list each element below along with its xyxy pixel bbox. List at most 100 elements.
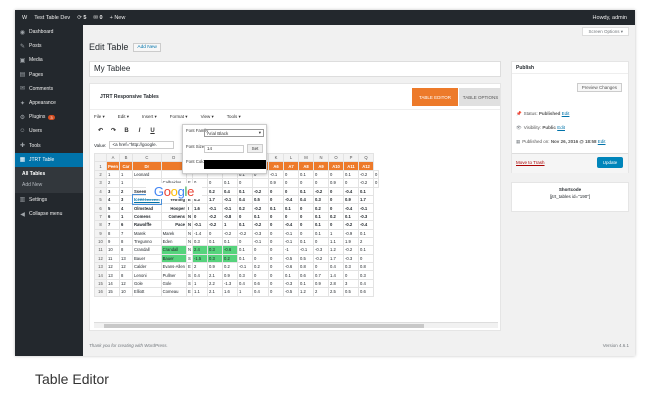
grid-cell[interactable]: 0 [268,245,285,255]
grid-cell[interactable]: 1 [192,278,209,289]
grid-cell[interactable]: 0 [268,228,285,238]
grid-cell[interactable]: 0.1 [358,228,375,238]
font-size-input[interactable]: 14 [204,145,244,153]
grid-cell[interactable]: 0.2 [328,211,345,222]
grid-cell[interactable]: -0.3 [252,228,270,238]
font-color-picker[interactable] [204,160,266,169]
redo-icon[interactable]: ↷ [107,127,120,134]
row-number[interactable]: 10 [94,236,107,247]
grid-cell[interactable]: 0.6 [358,287,375,297]
grid-cell[interactable]: 12 [105,262,121,272]
italic-icon[interactable]: I [133,128,146,134]
wordpress-logo-icon[interactable]: W [22,15,27,21]
grid-cell[interactable]: 0.1 [298,186,315,196]
grid-cell[interactable]: Calder [132,262,162,272]
grid-cell[interactable]: -0.1 [298,245,315,255]
underline-icon[interactable]: U [146,128,159,134]
sidebar-item-media[interactable]: ▣ Media [15,53,83,67]
grid-cell[interactable]: 0 [252,270,270,280]
grid-cell[interactable]: 0.1 [222,236,239,247]
grid-cell[interactable]: 0 [298,211,315,222]
grid-cell[interactable]: 0 [372,178,380,188]
grid-cell[interactable]: -0.2 [343,245,360,255]
grid-cell[interactable]: 7 [119,228,134,238]
grid-cell[interactable]: 0.4 [237,278,254,289]
grid-cell[interactable]: 0 [328,220,345,230]
sidebar-item-pages[interactable]: ▤ Pages [15,68,83,82]
grid-cell[interactable]: 0.1 [237,253,254,264]
grid-cell[interactable]: Gole [160,278,188,289]
grid-cell[interactable]: 0 [313,169,330,180]
column-header[interactable]: A [105,153,121,163]
bold-icon[interactable]: B [120,128,133,134]
sidebar-item-users[interactable]: ☺ Users [15,124,83,138]
grid-cell[interactable]: Crandall [160,245,188,255]
sidebar-item-dashboard[interactable]: ◉ Dashboard [15,25,83,39]
grid-cell[interactable]: 0 [268,194,285,205]
grid-cell[interactable]: -0.5 [283,287,300,297]
grid-cell[interactable]: 0 [268,270,285,280]
grid-cell[interactable]: 0 [372,169,380,180]
grid-cell[interactable]: 0.1 [237,186,254,196]
grid-cell[interactable]: 3 [343,278,360,289]
grid-cell[interactable]: 0 [237,178,254,188]
grid-cell[interactable]: 1 [105,169,121,180]
grid-cell[interactable]: Evans-Allen [160,262,188,272]
grid-cell[interactable]: A10 [328,161,345,171]
sidebar-item-appearance[interactable]: ✦ Appearance [15,96,83,110]
row-number[interactable]: 1 [94,161,107,171]
grid-cell[interactable]: 2 [119,186,134,196]
grid-cell[interactable]: 1 [119,178,134,188]
grid-cell[interactable]: 1.7 [328,253,345,264]
grid-cell[interactable]: 0.2 [313,203,330,213]
grid-cell[interactable]: 9 [105,236,121,247]
grid-cell[interactable]: 6 [105,211,121,222]
grid-cell[interactable]: 0.3 [237,270,254,280]
row-number[interactable]: 3 [94,178,107,188]
grid-cell[interactable]: 0.3 [343,262,360,272]
grid-cell[interactable]: 2.8 [328,278,345,289]
grid-cell[interactable]: 13 [105,270,121,280]
grid-cell[interactable]: 0.1 [313,228,330,238]
grid-cell[interactable]: 1.1 [192,287,209,297]
grid-cell[interactable]: 0.9 [207,262,224,272]
grid-cell[interactable]: 0.7 [313,270,330,280]
grid-cell[interactable]: A6 [268,161,285,171]
grid-cell[interactable]: 0.2 [222,262,239,272]
howdy-account-link[interactable]: Howdy, admin [593,15,627,21]
grid-cell[interactable]: 0.1 [343,169,360,180]
grid-cell[interactable]: Gole [132,278,162,289]
grid-cell[interactable]: -0.1 [192,220,209,230]
grid-cell[interactable]: 0.4 [252,287,270,297]
grid-cell[interactable]: 0.5 [343,287,360,297]
grid-cell[interactable]: 0.4 [192,270,209,280]
grid-cell[interactable]: -1 [283,245,300,255]
grid-cell[interactable]: 0 [328,186,345,196]
grid-cell[interactable]: Peen [105,161,121,171]
row-number[interactable]: 16 [94,287,107,297]
grid-cell[interactable]: 1.9 [343,236,360,247]
grid-cell[interactable]: -0.2 [343,220,360,230]
grid-cell[interactable]: 15 [105,287,121,297]
grid-cell[interactable]: -0.4 [343,186,360,196]
grid-cell[interactable]: 0.4 [358,278,375,289]
grid-cell[interactable]: 10 [105,245,121,255]
grid-cell[interactable]: 5 [105,203,121,213]
grid-cell[interactable]: 0.5 [252,194,270,205]
grid-cell[interactable]: 0.2 [237,203,254,213]
grid-cell[interactable] [252,178,270,188]
grid-cell[interactable]: 0 [313,178,330,188]
grid-cell[interactable]: 0 [313,262,330,272]
row-number[interactable]: 14 [94,270,107,280]
menu-tools[interactable]: Tools ▾ [227,114,241,120]
undo-icon[interactable]: ↶ [94,127,107,134]
column-header[interactable]: L [283,153,300,163]
row-number[interactable]: 7 [94,211,107,222]
grid-cell[interactable]: -0.3 [358,211,375,222]
grid-cell[interactable]: 0.1 [298,169,315,180]
grid-cell[interactable]: 2 [313,287,330,297]
grid-cell[interactable]: 0 [298,228,315,238]
grid-cell[interactable]: -0.2 [252,220,270,230]
grid-cell[interactable]: Car [119,161,134,171]
grid-cell[interactable]: -0.1 [237,262,254,272]
